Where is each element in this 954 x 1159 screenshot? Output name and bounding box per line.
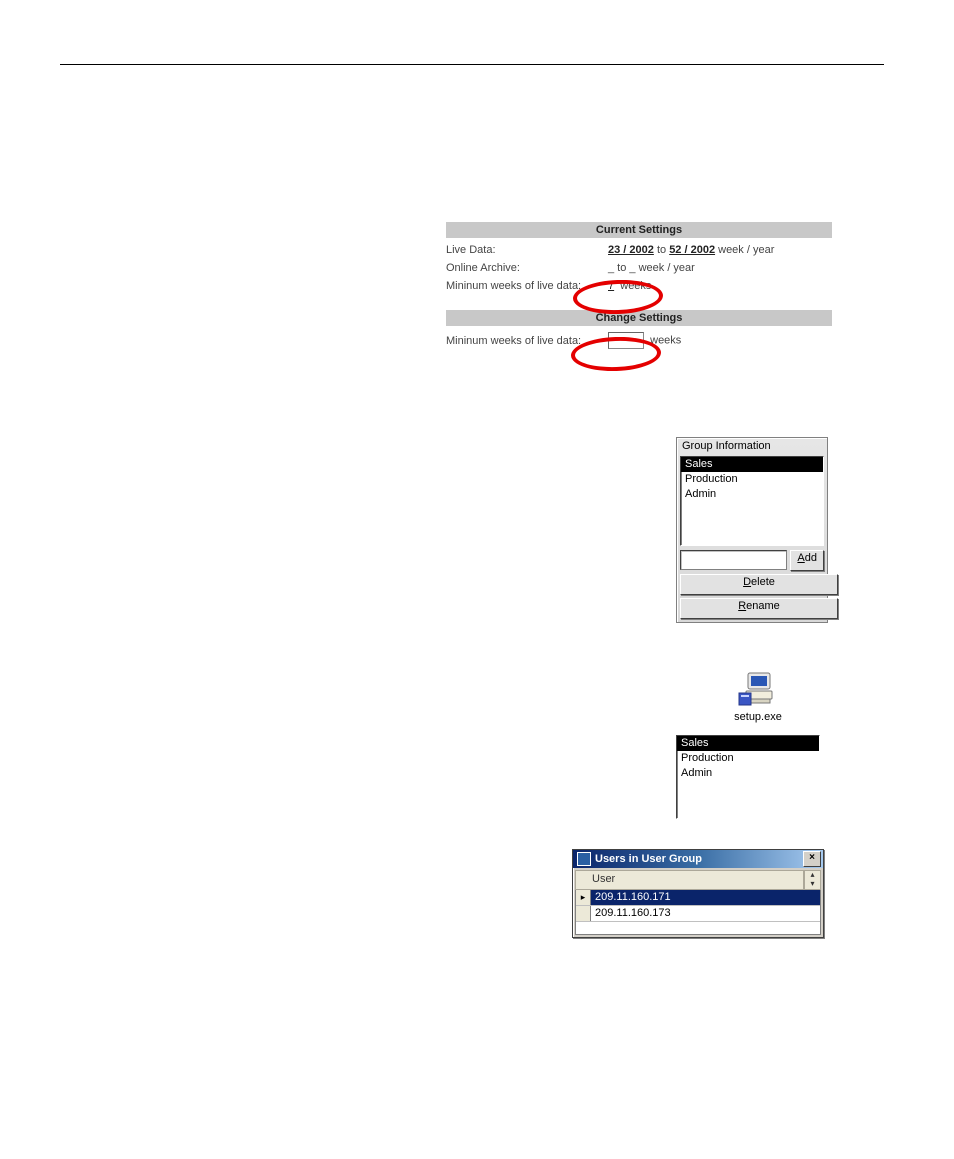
min-weeks-value: 7 (608, 280, 614, 292)
list-item[interactable]: Production (677, 751, 819, 766)
grid-header: User ▴ ▾ (575, 870, 821, 890)
page-rule (60, 64, 884, 65)
rename-mnemonic: R (738, 600, 746, 612)
add-label: dd (805, 552, 817, 564)
min-weeks-input[interactable] (608, 332, 644, 349)
table-row[interactable]: ▸ 209.11.160.171 (576, 890, 820, 906)
group-information-title: Group Information (680, 438, 824, 456)
close-button[interactable]: × (803, 851, 821, 867)
row-indicator-icon (576, 906, 591, 921)
list-item[interactable]: Sales (681, 457, 823, 472)
column-header-user[interactable]: User (576, 871, 804, 889)
cell-user[interactable]: 209.11.160.173 (591, 906, 820, 921)
weeks-word-1: weeks (620, 280, 651, 292)
live-to: 52 / 2002 (669, 244, 715, 256)
table-row[interactable]: 209.11.160.173 (576, 906, 820, 922)
app-icon (577, 852, 591, 866)
list-item[interactable]: Admin (677, 766, 819, 781)
add-button[interactable]: Add (790, 550, 824, 571)
online-archive-label: Online Archive: (446, 262, 608, 274)
add-mnemonic: A (797, 552, 804, 564)
change-settings-header: Change Settings (446, 310, 832, 326)
rename-label: ename (746, 600, 780, 612)
min-weeks-label: Mininum weeks of live data: (446, 280, 608, 292)
live-data-value: 23 / 2002 to 52 / 2002 week / year (608, 244, 774, 256)
min-weeks-label-2: Mininum weeks of live data: (446, 335, 608, 347)
list-item[interactable]: Production (681, 472, 823, 487)
titlebar[interactable]: Users in User Group × (573, 850, 823, 868)
live-to-word: to (657, 244, 666, 256)
column-nav[interactable]: ▴ ▾ (804, 871, 820, 889)
cell-user[interactable]: 209.11.160.171 (591, 890, 820, 905)
setup-exe-label: setup.exe (718, 711, 798, 723)
list-item[interactable]: Sales (677, 736, 819, 751)
rename-button[interactable]: Rename (680, 598, 838, 619)
group-list[interactable]: Sales Production Admin (680, 456, 824, 546)
users-in-group-window: Users in User Group × User ▴ ▾ ▸ 209.11.… (572, 849, 824, 938)
computer-setup-icon (738, 671, 778, 707)
list-item[interactable]: Admin (681, 487, 823, 502)
min-weeks-current: 7 weeks (608, 280, 651, 292)
setup-exe-icon[interactable]: setup.exe (718, 671, 798, 723)
settings-panel: Current Settings Live Data: 23 / 2002 to… (446, 222, 832, 349)
weeks-word-2: weeks (650, 334, 681, 346)
window-title: Users in User Group (595, 853, 702, 865)
users-grid[interactable]: ▸ 209.11.160.171 209.11.160.173 (575, 890, 821, 935)
live-suffix: week / year (718, 244, 774, 256)
live-data-label: Live Data: (446, 244, 608, 256)
current-settings-header: Current Settings (446, 222, 832, 238)
group-information-panel: Group Information Sales Production Admin… (676, 437, 828, 623)
min-weeks-change: weeks (608, 332, 681, 349)
online-archive-value: _ to _ week / year (608, 262, 695, 274)
group-list-small[interactable]: Sales Production Admin (676, 735, 820, 819)
group-name-input[interactable] (680, 550, 787, 570)
row-indicator-icon: ▸ (576, 890, 591, 905)
delete-button[interactable]: Delete (680, 574, 838, 595)
live-from: 23 / 2002 (608, 244, 654, 256)
delete-mnemonic: D (743, 576, 751, 588)
delete-label: elete (751, 576, 775, 588)
chevron-down-icon[interactable]: ▾ (804, 880, 820, 889)
